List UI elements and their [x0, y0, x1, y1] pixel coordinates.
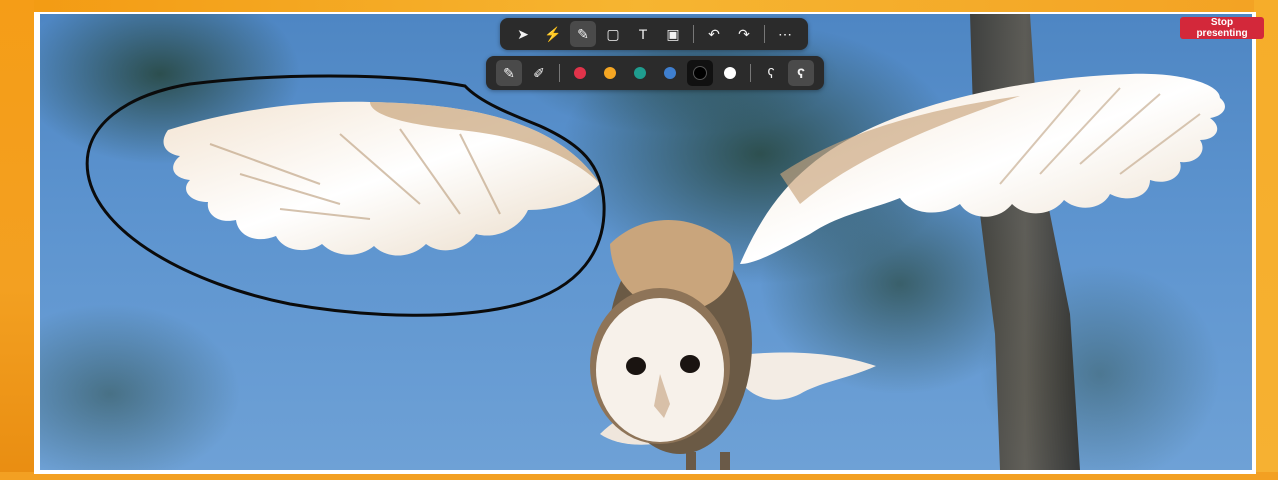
stroke-thin[interactable]: ʕ	[758, 60, 784, 86]
shape-tool[interactable]: ▢	[600, 21, 626, 47]
color-swatch	[604, 67, 616, 79]
color-swatch	[724, 67, 736, 79]
frame-top	[0, 0, 1278, 12]
color-blue[interactable]	[657, 60, 683, 86]
annotation-toolbar-pen-options: ✎ ✐ ʕ ʕ	[486, 56, 824, 90]
stop-presenting-button[interactable]: Stop presenting	[1180, 17, 1264, 39]
more-icon: ⋯	[778, 25, 792, 42]
square-icon: ▢	[606, 25, 620, 42]
pen-type-pen[interactable]: ✎	[496, 60, 522, 86]
color-black[interactable]	[687, 60, 713, 86]
color-swatch	[634, 67, 646, 79]
toolbar-divider	[693, 25, 694, 43]
highlighter-icon: ✐	[533, 64, 545, 81]
pen-type-highlighter[interactable]: ✐	[526, 60, 552, 86]
undo-button[interactable]: ↶	[701, 21, 727, 47]
laser-tool[interactable]: ⚡	[540, 21, 566, 47]
pen-icon: ✎	[577, 25, 589, 42]
lightning-icon: ⚡	[544, 25, 562, 42]
frame-right	[1254, 0, 1278, 480]
annotation-toolbar-top: ➤ ⚡ ✎ ▢ T ▣ ↶ ↷ ⋯	[500, 18, 808, 50]
squiggle-thick-icon: ʕ	[797, 65, 805, 81]
toolbar-divider	[559, 64, 560, 82]
pen-tool[interactable]: ✎	[570, 21, 596, 47]
more-button[interactable]: ⋯	[772, 21, 798, 47]
toolbar-divider	[750, 64, 751, 82]
redo-button[interactable]: ↷	[731, 21, 757, 47]
image-icon: ▣	[666, 25, 680, 42]
cursor-arrow-icon: ➤	[517, 25, 529, 42]
text-icon: T	[638, 26, 648, 42]
color-orange[interactable]	[597, 60, 623, 86]
color-swatch	[664, 67, 676, 79]
stroke-thick[interactable]: ʕ	[788, 60, 814, 86]
redo-icon: ↷	[738, 25, 750, 42]
pen-icon: ✎	[503, 64, 515, 81]
frame-left	[0, 0, 34, 480]
text-tool[interactable]: T	[630, 21, 656, 47]
color-white[interactable]	[717, 60, 743, 86]
color-teal[interactable]	[627, 60, 653, 86]
color-swatch	[574, 67, 586, 79]
color-swatch	[694, 67, 706, 79]
select-tool[interactable]: ➤	[510, 21, 536, 47]
squiggle-thin-icon: ʕ	[767, 65, 775, 81]
toolbar-divider	[764, 25, 765, 43]
image-tool[interactable]: ▣	[660, 21, 686, 47]
undo-icon: ↶	[708, 25, 720, 42]
color-red[interactable]	[567, 60, 593, 86]
